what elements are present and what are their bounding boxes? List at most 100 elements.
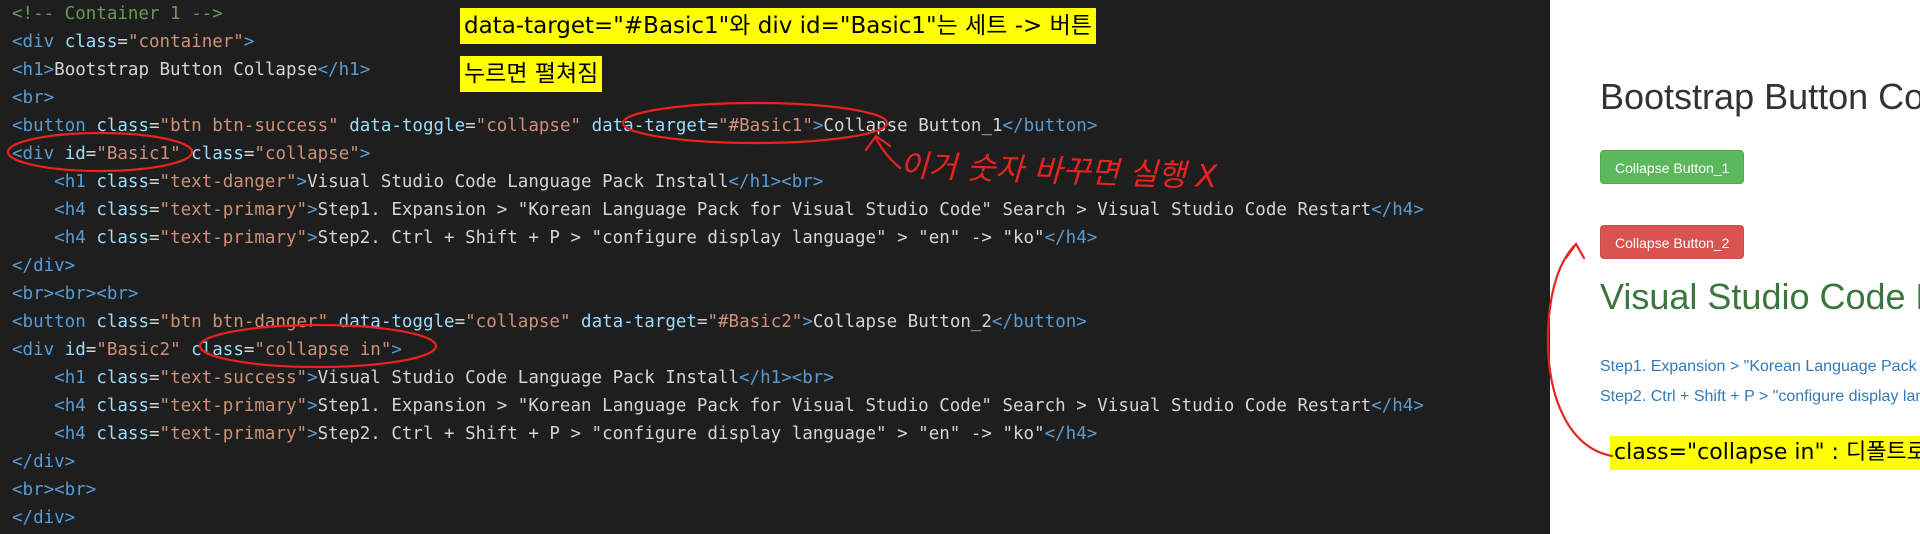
code-token-text: = [149, 200, 160, 220]
code-token-comment: <!-- Container 1 --> [12, 4, 223, 24]
preview-step1-text: Step1. Expansion > "Korean Language Pack… [1600, 358, 1920, 375]
code-token-tag: > [307, 424, 318, 444]
code-token-attr: class [96, 228, 149, 248]
code-token-attr: data-toggle [338, 312, 455, 332]
code-token-attr: class [96, 424, 149, 444]
collapse-button-2[interactable]: Collapse Button_2 [1600, 225, 1745, 259]
code-token-text: Visual Studio Code Language Pack Install [317, 368, 740, 388]
code-token-str: "btn btn-danger" [159, 312, 329, 332]
code-token-text: = [149, 368, 160, 388]
annotation-note-top-line1: data-target="#Basic1"와 div id="Basic1"는 … [460, 8, 1096, 44]
code-token-tag: <div [12, 32, 55, 52]
code-token-text: = [117, 32, 128, 52]
code-token-tag: </div> [12, 452, 76, 472]
code-token-attr: class [191, 340, 244, 360]
code-token-text: = [149, 116, 160, 136]
code-line[interactable]: </div> [12, 252, 1424, 280]
code-token-str: "text-danger" [159, 172, 297, 192]
code-line[interactable]: <br> [12, 84, 1424, 112]
code-token-tag: > [307, 396, 318, 416]
preview-step2-text: Step2. Ctrl + Shift + P > "configure dis… [1600, 388, 1920, 405]
code-token-tag: <div [12, 144, 55, 164]
code-line[interactable]: <button class="btn btn-danger" data-togg… [12, 308, 1424, 336]
code-token-attr: class [96, 172, 149, 192]
code-token-text: = [85, 144, 97, 164]
code-token-str: "btn btn-success" [159, 116, 339, 136]
code-token-text: Step1. Expansion > "Korean Language Pack… [317, 200, 1372, 220]
code-token-tag: </button> [1002, 116, 1098, 136]
code-token-tag: </h4> [1371, 200, 1424, 220]
code-token-tag: > [243, 32, 255, 52]
code-token-str: "text-primary" [159, 396, 308, 416]
code-line[interactable]: <h1>Bootstrap Button Collapse</h1> [12, 56, 1424, 84]
code-line[interactable]: <h4 class="text-primary">Step2. Ctrl + S… [12, 224, 1424, 252]
code-token-text: = [149, 312, 160, 332]
code-token-text: Collapse Button_2 [812, 312, 992, 332]
code-token-str: "collapse" [465, 312, 571, 332]
code-token-tag: </h1><br> [728, 172, 824, 192]
code-token-text: = [149, 228, 160, 248]
code-line[interactable]: <h4 class="text-primary">Step1. Expansio… [12, 196, 1424, 224]
code-line[interactable]: <h4 class="text-primary">Step1. Expansio… [12, 392, 1424, 420]
code-token-text: = [707, 116, 719, 136]
code-token-text: = [696, 312, 708, 332]
code-editor[interactable]: <!-- Container 1 --> <div class="containe… [0, 0, 1550, 534]
code-token-str: "#Basic2" [707, 312, 803, 332]
code-token-str: "text-success" [159, 368, 308, 388]
code-line[interactable]: <h1 class="text-success">Visual Studio C… [12, 364, 1424, 392]
code-line[interactable]: <button class="btn btn-success" data-tog… [12, 112, 1424, 140]
code-line[interactable]: </div> [12, 504, 1424, 532]
code-token-text: = [243, 340, 255, 360]
code-token-attr: data-target [581, 312, 697, 332]
code-line[interactable]: <br><br><br> [12, 280, 1424, 308]
preview-success-heading: Visual Studio Code Language Pack Install [1600, 276, 1920, 317]
code-lines[interactable]: <!-- Container 1 --> <div class="containe… [12, 0, 1424, 532]
collapse-button-1[interactable]: Collapse Button_1 [1600, 150, 1745, 184]
code-token-attr: class [64, 32, 118, 52]
code-token-text: = [149, 396, 160, 416]
code-token-tag: > [359, 144, 371, 164]
code-token-text: Step1. Expansion > "Korean Language Pack… [317, 396, 1372, 416]
code-token-tag: </button> [991, 312, 1087, 332]
code-token-str: "collapse in" [254, 340, 392, 360]
annotation-note-bottom: class="collapse in" : 디폴트로 [1610, 436, 1920, 470]
code-token-text: = [85, 340, 97, 360]
code-line[interactable]: <h4 class="text-primary">Step2. Ctrl + S… [12, 420, 1424, 448]
code-token-attr: data-toggle [349, 116, 466, 136]
code-line[interactable]: <br><br> [12, 476, 1424, 504]
code-token-tag: <div [12, 340, 55, 360]
code-token-str: "text-primary" [159, 200, 308, 220]
code-token-tag: <h1 [54, 368, 86, 388]
code-token-tag: </h4> [1044, 228, 1098, 248]
annotation-note-top-line2: 누르면 펼쳐짐 [460, 56, 603, 92]
code-token-tag: </h4> [1371, 396, 1424, 416]
code-line[interactable]: <div id="Basic2" class="collapse in"> [12, 336, 1424, 364]
code-token-tag: > [296, 172, 308, 192]
code-token-attr: class [191, 144, 244, 164]
code-token-tag: > [307, 228, 318, 248]
code-token-tag: <button [12, 116, 86, 136]
code-token-str: "Basic1" [96, 144, 181, 164]
code-token-tag: <h4 [54, 228, 86, 248]
code-token-tag: > [307, 200, 318, 220]
code-token-tag: > [307, 368, 318, 388]
code-token-tag: > [391, 340, 402, 360]
code-line[interactable]: </div> [12, 448, 1424, 476]
code-token-str: "#Basic1" [718, 116, 813, 136]
code-token-tag: </h4> [1044, 424, 1098, 444]
